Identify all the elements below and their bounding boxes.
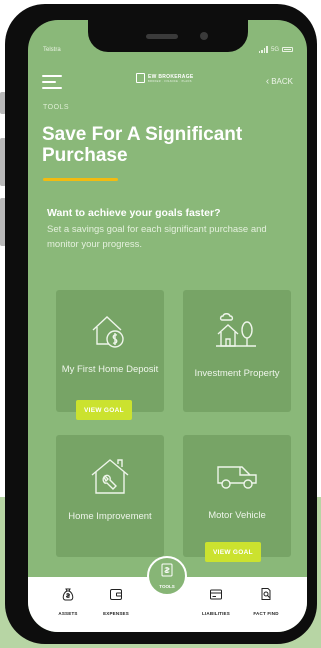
- section-eyebrow: TOOLS: [43, 104, 70, 111]
- goal-card-home-improvement[interactable]: Home Improvement: [56, 435, 164, 557]
- nav-label: LIABILITIES: [202, 611, 230, 616]
- nav-tools-button[interactable]: TOOLS: [147, 556, 187, 596]
- phone-frame: Telstra 5G EW BROKERAGE BROKER · FINANCE…: [5, 4, 317, 644]
- nav-label: FACT FIND: [253, 611, 279, 616]
- status-carrier: Telstra: [43, 47, 61, 53]
- brand-mark-icon: [136, 73, 145, 83]
- car-icon: [214, 461, 260, 496]
- house-tree-cloud-icon: [214, 310, 260, 357]
- card-icon: [209, 587, 223, 606]
- goal-card-motor-vehicle[interactable]: Motor Vehicle VIEW GOAL: [183, 435, 291, 562]
- goal-label: Home Improvement: [68, 511, 152, 522]
- title-underline: [43, 178, 118, 181]
- nav-expenses[interactable]: EXPENSES: [94, 587, 138, 616]
- tools-icon: [161, 563, 173, 582]
- brand-tagline: BROKER · FINANCE · PLANS: [148, 79, 192, 83]
- house-money-icon: [89, 310, 131, 355]
- brand-logo: EW BROKERAGE BROKER · FINANCE · PLANS: [136, 73, 194, 83]
- nav-label: ASSETS: [58, 611, 78, 616]
- money-bag-icon: [61, 587, 75, 606]
- battery-icon: [282, 47, 293, 52]
- nav-fact-find[interactable]: FACT FIND: [244, 587, 288, 616]
- goal-card-investment-property[interactable]: Investment Property: [183, 290, 291, 412]
- house-wrench-icon: [88, 455, 132, 502]
- goal-label: Motor Vehicle: [208, 510, 266, 521]
- nav-liabilities[interactable]: LIABILITIES: [194, 587, 238, 616]
- status-indicators: 5G: [258, 46, 293, 53]
- nav-label: EXPENSES: [103, 611, 129, 616]
- intro-body: Set a savings goal for each significant …: [47, 224, 267, 250]
- goal-card-first-home[interactable]: My First Home Deposit VIEW GOAL: [56, 290, 164, 420]
- back-button[interactable]: ‹ BACK: [265, 75, 293, 87]
- camera-icon: [200, 32, 208, 40]
- intro-heading: Want to achieve your goals faster?: [47, 207, 221, 219]
- goal-label: My First Home Deposit: [61, 364, 159, 375]
- wallet-icon: [109, 587, 123, 606]
- speaker-grille: [146, 34, 178, 39]
- back-label: BACK: [271, 77, 293, 86]
- app-screen: Telstra 5G EW BROKERAGE BROKER · FINANCE…: [28, 20, 307, 632]
- nav-assets[interactable]: ASSETS: [46, 587, 90, 616]
- document-search-icon: [259, 587, 273, 606]
- chevron-left-icon: ‹: [265, 75, 270, 87]
- nav-label: TOOLS: [159, 584, 175, 589]
- signal-icon: [258, 46, 268, 53]
- menu-icon[interactable]: [42, 75, 62, 90]
- phone-notch: [88, 20, 248, 52]
- view-goal-button[interactable]: VIEW GOAL: [76, 400, 132, 420]
- page-title: Save For A Significant Purchase: [42, 124, 243, 166]
- goal-label: Investment Property: [194, 368, 280, 379]
- status-network: 5G: [270, 46, 279, 53]
- view-goal-button[interactable]: VIEW GOAL: [205, 542, 261, 562]
